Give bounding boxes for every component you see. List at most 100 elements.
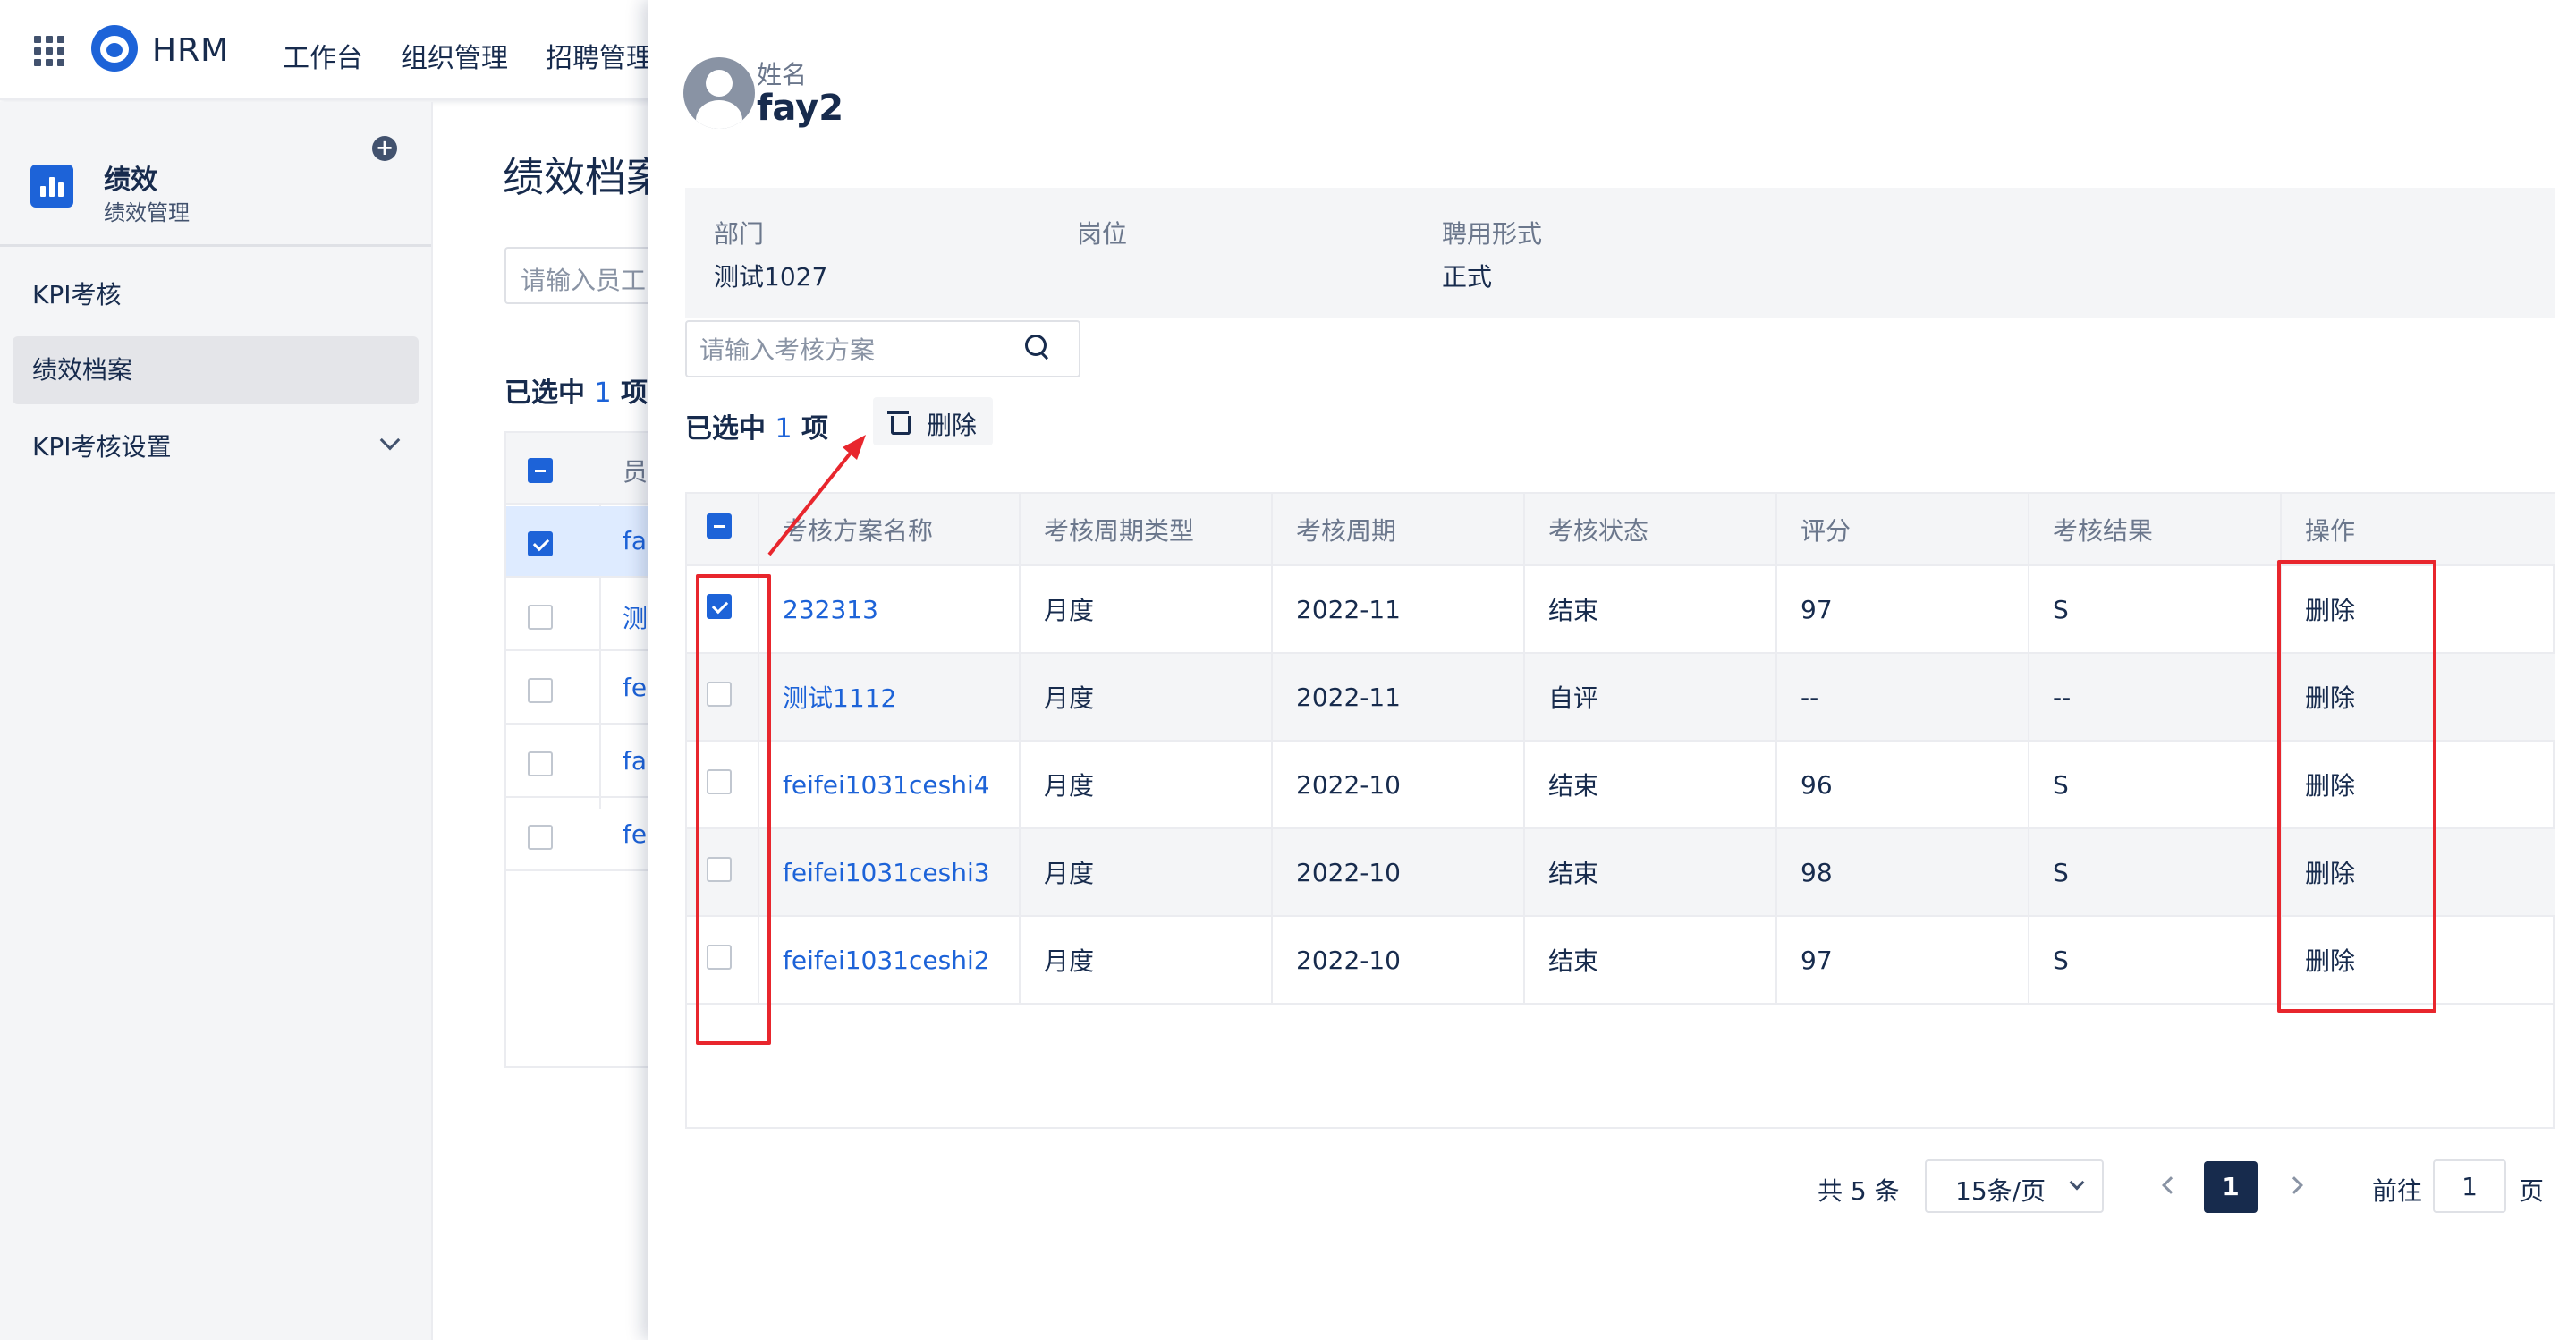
- trash-icon: [886, 409, 911, 436]
- sidebar-header: 绩效 绩效管理 +: [0, 102, 431, 247]
- table-row[interactable]: feifei1031ceshi4 月度 2022-10 结束 96 S 删除: [687, 741, 2555, 829]
- column-header-period: 考核周期: [1272, 494, 1525, 566]
- plan-search-box: [685, 320, 1080, 377]
- next-page-icon[interactable]: [2285, 1176, 2303, 1194]
- table-row[interactable]: 测: [506, 580, 648, 651]
- table-row[interactable]: fay: [506, 506, 648, 578]
- employee-link[interactable]: fei: [623, 819, 648, 849]
- row-checkbox[interactable]: [528, 531, 553, 556]
- column-header-status: 考核状态: [1524, 494, 1777, 566]
- row-checkbox[interactable]: [528, 825, 553, 850]
- sidebar-item-kpi-settings[interactable]: KPI考核设置: [13, 413, 419, 481]
- table-header-row: 考核方案名称 考核周期类型 考核周期 考核状态 评分 考核结果 操作: [687, 494, 2555, 566]
- period-cell: 2022-10: [1272, 916, 1525, 1005]
- sidebar-item-label: 绩效档案: [32, 355, 133, 385]
- period-cell: 2022-11: [1272, 653, 1525, 742]
- period-cell: 2022-10: [1272, 828, 1525, 917]
- row-checkbox[interactable]: [528, 605, 553, 630]
- nav-item-workbench[interactable]: 工作台: [283, 36, 363, 75]
- period-type-cell: 月度: [1020, 565, 1273, 654]
- sidebar-item-label: KPI考核设置: [32, 432, 172, 462]
- assessment-table: 考核方案名称 考核周期类型 考核周期 考核状态 评分 考核结果 操作 23231…: [685, 492, 2555, 1129]
- bulk-delete-label: 删除: [927, 411, 978, 440]
- plan-name-link[interactable]: feifei1031ceshi4: [758, 741, 1021, 829]
- department-value: 测试1027: [714, 262, 828, 292]
- score-cell: 96: [1776, 741, 2029, 829]
- bg-selected-count: 已选中 1 项: [504, 377, 648, 409]
- period-cell: 2022-10: [1272, 741, 1525, 829]
- bulk-delete-button[interactable]: 删除: [873, 397, 993, 445]
- score-cell: 97: [1776, 565, 2029, 654]
- score-cell: 98: [1776, 828, 2029, 917]
- status-cell: 自评: [1524, 653, 1777, 742]
- employee-link[interactable]: fay: [623, 526, 648, 556]
- sidebar-item-kpi[interactable]: KPI考核: [13, 261, 419, 329]
- brand-name: HRM: [152, 32, 230, 69]
- result-cell: S: [2029, 565, 2282, 654]
- prev-page-icon[interactable]: [2162, 1176, 2180, 1194]
- selected-count: 已选中 1 项: [685, 413, 828, 445]
- add-circle-icon[interactable]: +: [372, 136, 397, 161]
- plan-search-input[interactable]: [699, 333, 1021, 367]
- plan-name-link[interactable]: 测试1112: [758, 653, 1021, 742]
- period-cell: 2022-11: [1272, 565, 1525, 654]
- employee-link[interactable]: fei: [623, 673, 648, 702]
- employee-table: 员 fay 测 fei fay fei: [504, 431, 648, 1068]
- avatar: [683, 57, 755, 129]
- sidebar-item-label: KPI考核: [32, 280, 122, 310]
- page-size-value: 15条/页: [1955, 1176, 2046, 1206]
- plan-name-link[interactable]: 232313: [758, 565, 1021, 654]
- current-page[interactable]: 1: [2204, 1161, 2258, 1213]
- row-checkbox[interactable]: [528, 751, 553, 776]
- table-row[interactable]: fei: [506, 653, 648, 725]
- column-header-score: 评分: [1776, 494, 2029, 566]
- table-row[interactable]: feifei1031ceshi3 月度 2022-10 结束 98 S 删除: [687, 828, 2555, 917]
- status-cell: 结束: [1524, 565, 1777, 654]
- position-label: 岗位: [1077, 219, 1128, 249]
- nav-item-recruit[interactable]: 招聘管理: [546, 36, 653, 75]
- select-all-checkbox[interactable]: [528, 458, 553, 483]
- score-cell: --: [1776, 653, 2029, 742]
- select-all-checkbox[interactable]: [707, 513, 732, 539]
- table-row[interactable]: 232313 月度 2022-11 结束 97 S 删除: [687, 565, 2555, 654]
- employment-type-label: 聘用形式: [1442, 219, 1543, 249]
- table-row[interactable]: fei: [506, 800, 648, 871]
- column-header-action: 操作: [2281, 494, 2555, 566]
- plan-name-link[interactable]: feifei1031ceshi3: [758, 828, 1021, 917]
- annotation-action-column: [2277, 560, 2436, 1013]
- status-cell: 结束: [1524, 916, 1777, 1005]
- result-cell: S: [2029, 828, 2282, 917]
- nav-item-org[interactable]: 组织管理: [401, 36, 508, 75]
- result-cell: --: [2029, 653, 2282, 742]
- module-subtitle: 绩效管理: [104, 200, 190, 225]
- search-icon[interactable]: [1025, 335, 1050, 360]
- column-header: 员: [623, 457, 648, 487]
- employment-type-value: 正式: [1442, 262, 1493, 292]
- employee-detail-drawer: 姓名 fay2 部门 测试1027 岗位 聘用形式 正式 已选中 1 项 删除 …: [648, 0, 2576, 1340]
- annotation-checkbox-column: [696, 574, 771, 1045]
- module-title: 绩效: [104, 165, 157, 196]
- employee-search-input[interactable]: 请输入员工: [504, 247, 665, 304]
- page-title: 绩效档案: [503, 153, 667, 201]
- column-header-period-type: 考核周期类型: [1020, 494, 1273, 566]
- status-cell: 结束: [1524, 741, 1777, 829]
- page-size-select[interactable]: 15条/页: [1925, 1159, 2104, 1213]
- app-grid-icon[interactable]: [34, 36, 64, 66]
- chevron-down-icon: [379, 429, 401, 451]
- employee-link[interactable]: 测: [623, 599, 648, 635]
- employee-link[interactable]: fay: [623, 746, 648, 776]
- chevron-down-icon: [2069, 1175, 2085, 1191]
- period-type-cell: 月度: [1020, 916, 1273, 1005]
- row-checkbox[interactable]: [528, 678, 553, 703]
- sidebar-item-performance-archive[interactable]: 绩效档案: [13, 336, 419, 404]
- period-type-cell: 月度: [1020, 828, 1273, 917]
- goto-label: 前往: [2372, 1176, 2423, 1206]
- column-header-plan-name: 考核方案名称: [758, 494, 1021, 566]
- period-type-cell: 月度: [1020, 741, 1273, 829]
- result-cell: S: [2029, 741, 2282, 829]
- table-row[interactable]: feifei1031ceshi2 月度 2022-10 结束 97 S 删除: [687, 916, 2555, 1005]
- table-row[interactable]: 测试1112 月度 2022-11 自评 -- -- 删除: [687, 653, 2555, 742]
- plan-name-link[interactable]: feifei1031ceshi2: [758, 916, 1021, 1005]
- goto-page-input[interactable]: [2433, 1159, 2506, 1213]
- table-row[interactable]: fay: [506, 726, 648, 798]
